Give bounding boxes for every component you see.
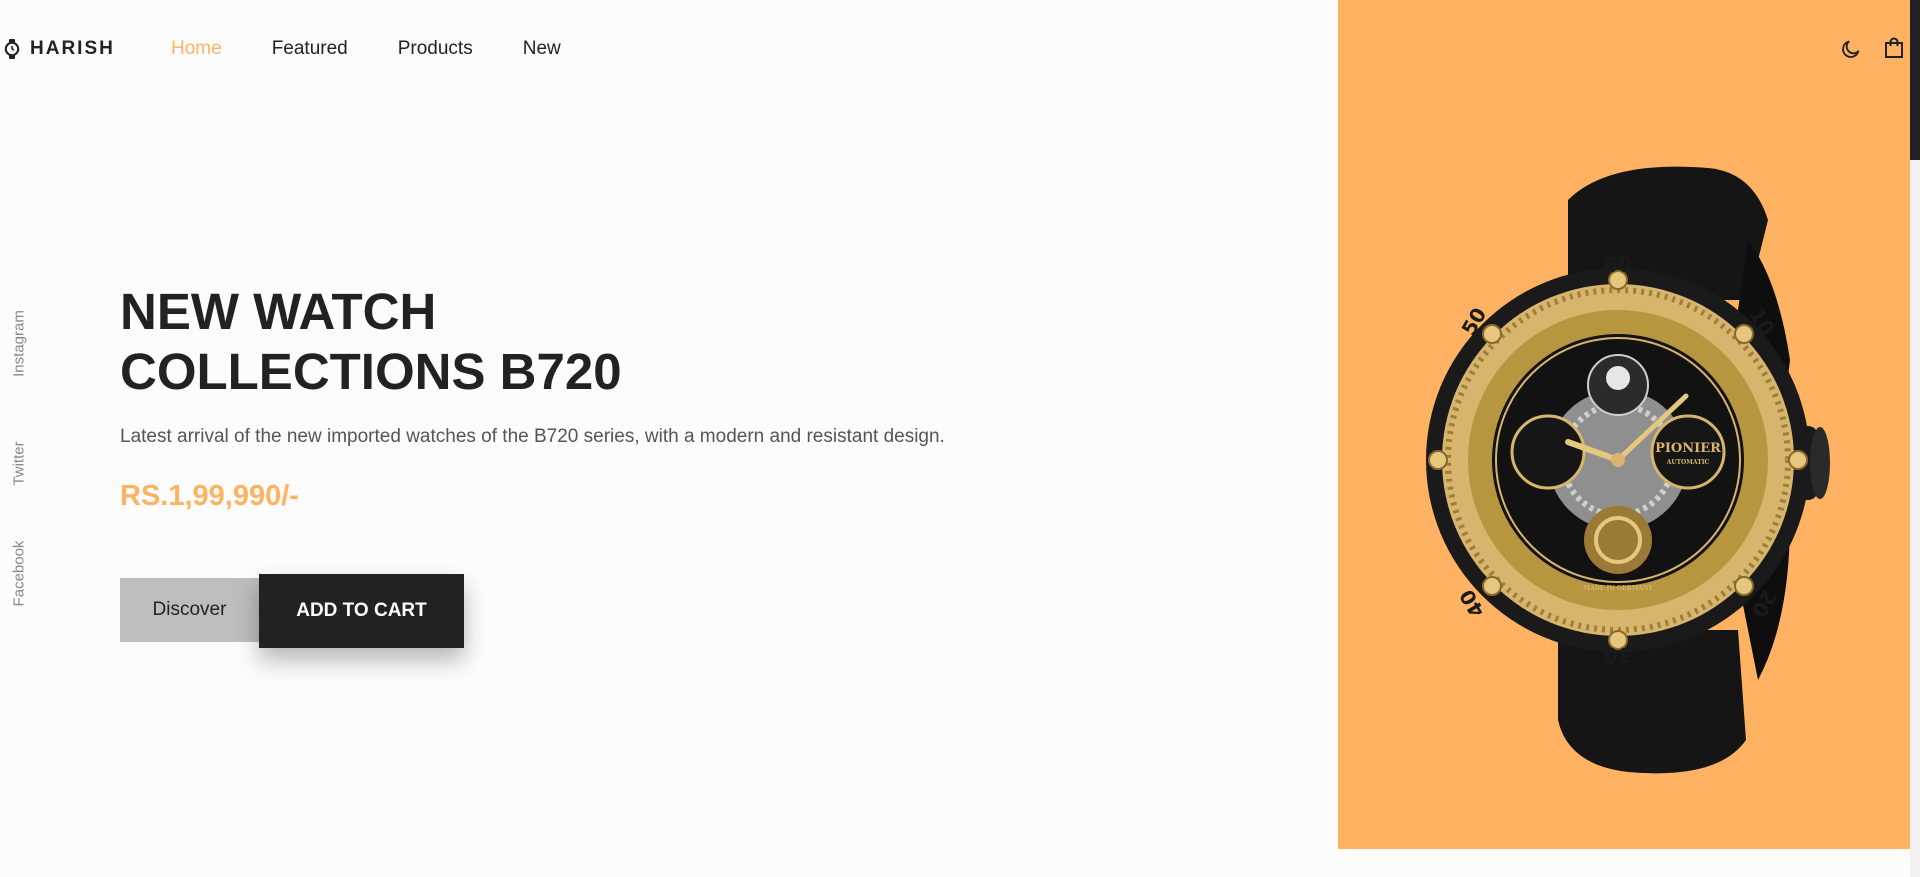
bezel-number-30: 30 [1604,643,1632,667]
hero-section: NEW WATCH COLLECTIONS B720 Latest arriva… [120,282,1120,648]
watch-product-image: 60 10 20 30 40 50 PIONIER AUTOMATIC MADE… [1426,166,1830,774]
nav-products[interactable]: Products [398,38,473,60]
shopping-bag-icon[interactable] [1884,37,1904,59]
logo[interactable]: HARISH [4,38,115,60]
facebook-link[interactable]: Facebook [11,539,28,609]
nav-featured[interactable]: Featured [272,38,348,60]
hero-actions: Discover ADD TO CART [120,574,464,648]
brand-name: HARISH [30,38,115,59]
site-header: HARISH Home Featured Products New [0,0,1910,98]
hero-title-line-1: NEW WATCH [120,283,437,340]
add-to-cart-button[interactable]: ADD TO CART [259,574,464,648]
dial-origin: MADE IN GERMANY [1583,585,1653,592]
instagram-link[interactable]: Instagram [11,309,28,379]
hero-description: Latest arrival of the new imported watch… [120,426,945,447]
nav-home[interactable]: Home [171,38,222,60]
nav-new[interactable]: New [523,38,561,60]
discover-button[interactable]: Discover [120,578,259,642]
hero-title-line-2: COLLECTIONS B720 [120,343,622,400]
hero-title: NEW WATCH COLLECTIONS B720 [120,282,1120,402]
dial-text: AUTOMATIC [1666,459,1710,466]
bezel-number-60: 60 [1604,253,1632,277]
hero-price: RS.1,99,990/- [120,480,299,512]
dial-brand: PIONIER [1655,441,1721,456]
main-nav: Home Featured Products New [171,38,561,60]
scrollbar-thumb[interactable] [1910,0,1920,160]
moon-icon[interactable] [1840,38,1862,60]
twitter-link[interactable]: Twitter [11,429,28,499]
watch-icon [4,39,20,59]
